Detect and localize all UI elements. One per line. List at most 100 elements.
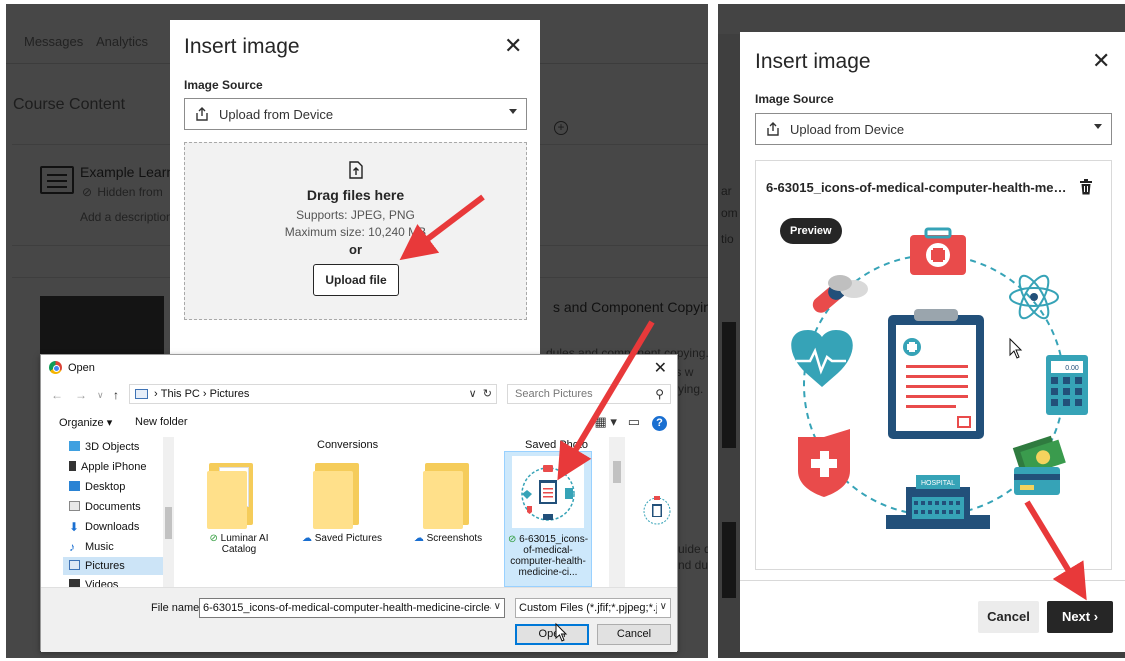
content-item-title[interactable]: Example Learn (80, 164, 174, 180)
nav-item-downloads[interactable]: ⬇ Downloads (69, 521, 139, 533)
left-panel: Messages Analytics Course Content + Exam… (6, 4, 708, 658)
nav-scroll-thumb[interactable] (165, 507, 172, 539)
back-arrow-icon[interactable]: ← (51, 388, 63, 402)
image-source-value: Upload from Device (219, 107, 334, 122)
new-folder-button[interactable]: New folder (135, 416, 188, 428)
file-name-label: File name: (151, 602, 203, 614)
file-name: Screenshots (426, 533, 483, 544)
nav-label: Videos (85, 579, 119, 587)
files-scrollbar[interactable] (609, 437, 625, 587)
image-source-label: Image Source (184, 78, 263, 92)
desktop-icon (69, 481, 80, 491)
address-controls: ∨ ↻ (469, 387, 492, 400)
dropzone-heading: Drag files here (306, 187, 405, 203)
nav-analytics[interactable]: Analytics (96, 34, 148, 49)
cancel-button[interactable]: Cancel (978, 601, 1039, 633)
add-content-icon[interactable]: + (554, 121, 568, 135)
group-header-conversions: Conversions (317, 439, 379, 451)
nav-label: Desktop (85, 481, 126, 493)
cancel-button[interactable]: Cancel (597, 624, 671, 645)
folder-front (313, 471, 353, 529)
files-scroll-thumb[interactable] (613, 461, 621, 483)
calculator-display: 0.00 (1065, 365, 1079, 372)
next-button[interactable]: Next › (1047, 601, 1113, 633)
upload-icon (767, 122, 779, 136)
pictures-icon (69, 560, 80, 570)
nav-item-pictures[interactable]: Pictures (69, 560, 125, 572)
view-options-icon[interactable]: ▦ ▾ (594, 414, 616, 429)
up-arrow-icon[interactable]: ↑ (113, 388, 119, 402)
file-type-select[interactable]: Custom Files (*.jfif;*.pjpeg;*.jpe ∨ (515, 598, 671, 618)
organize-menu[interactable]: Organize ▾ (59, 416, 112, 429)
preview-pane-thumbnail (639, 491, 675, 531)
help-icon[interactable]: ? (652, 416, 667, 431)
nav-label: Music (85, 541, 114, 553)
right-panel: ar om tio Insert image ✕ Image Source Up… (718, 4, 1125, 658)
pictures-folder-icon (135, 389, 148, 399)
uploaded-file-name: 6-63015_icons-of-medical-computer-health… (766, 180, 1068, 195)
file-name: Luminar AI Catalog (220, 533, 269, 555)
search-input[interactable]: Search Pictures ⚲ (507, 384, 671, 404)
open-button[interactable]: Open (515, 624, 589, 645)
course-content-title: Course Content (13, 96, 126, 113)
video-icon (69, 579, 80, 587)
group-header-saved-photo: Saved Photo (525, 439, 588, 451)
bg-thumbnail (722, 322, 736, 448)
insert-image-dialog-preview: Insert image ✕ Image Source Upload from … (740, 32, 1125, 652)
close-icon[interactable]: ✕ (1092, 48, 1110, 74)
insert-image-dialog-upload: Insert image ✕ Image Source Upload from … (170, 20, 540, 358)
file-upload-icon (349, 161, 363, 179)
forward-arrow-icon[interactable]: → (75, 388, 87, 402)
close-icon[interactable]: ✕ (654, 358, 667, 378)
open-dialog-titlebar[interactable]: Open ✕ (41, 355, 677, 382)
nav-item-music[interactable]: ♪ Music (69, 541, 114, 553)
file-label-luminar[interactable]: ⊘ Luminar AI Catalog (194, 533, 284, 555)
close-icon[interactable]: ✕ (504, 35, 522, 57)
file-dropzone[interactable]: Drag files here Supports: JPEG, PNG Maxi… (184, 142, 527, 320)
image-source-select[interactable]: Upload from Device (184, 98, 527, 130)
music-icon: ♪ (69, 540, 75, 554)
refresh-icon[interactable]: ↻ (483, 388, 492, 400)
cloud-icon: ☁ (413, 533, 424, 544)
nav-item-desktop[interactable]: Desktop (69, 481, 125, 493)
nav-messages[interactable]: Messages (24, 34, 83, 49)
image-source-select[interactable]: Upload from Device (755, 113, 1112, 145)
content-item-status: ⊘ Hidden from (82, 185, 163, 199)
image-source-label: Image Source (755, 92, 834, 106)
sync-check-icon: ⊘ (209, 533, 218, 544)
folder-icon[interactable] (313, 461, 373, 529)
open-dialog-title: Open (68, 362, 95, 374)
file-label-saved-pictures[interactable]: ☁ Saved Pictures (297, 533, 387, 544)
address-bar[interactable]: › This PC › Pictures ∨ ↻ (129, 384, 497, 404)
nav-item-videos[interactable]: Videos (69, 579, 118, 587)
documents-icon (69, 501, 80, 511)
screenshot-stage: Messages Analytics Course Content + Exam… (0, 0, 1125, 661)
breadcrumb-pictures[interactable]: Pictures (210, 388, 250, 400)
phone-icon (69, 461, 76, 471)
nav-item-apple-iphone[interactable]: Apple iPhone (69, 461, 146, 473)
upload-file-button[interactable]: Upload file (313, 264, 399, 296)
address-dropdown-icon[interactable]: ∨ (469, 388, 477, 400)
address-row: ← → ∨ ↑ › This PC › Pictures ∨ ↻ Search … (41, 383, 677, 408)
chevron-down-icon[interactable]: ∨ (494, 601, 501, 612)
preview-pane-icon[interactable]: ▭ (628, 414, 640, 429)
recent-chevron-icon[interactable]: ∨ (97, 390, 104, 401)
nav-scrollbar[interactable] (163, 437, 174, 587)
nav-item-3d-objects[interactable]: 3D Objects (69, 441, 139, 453)
file-label-screenshots[interactable]: ☁ Screenshots (403, 533, 493, 544)
selected-file-tile[interactable]: ⊘ 6-63015_icons-of-medical-computer-heal… (504, 451, 592, 587)
folder-icon[interactable] (423, 461, 483, 529)
file-name: 6-63015_icons-of-medical-computer-health… (510, 534, 589, 578)
nav-label: 3D Objects (85, 441, 140, 453)
image-preview: 0.00 HOSPITAL Preview (766, 205, 1102, 561)
breadcrumb-this-pc[interactable]: This PC (161, 388, 200, 400)
folder-icon[interactable] (207, 461, 267, 529)
content-item-description[interactable]: Add a description (80, 210, 173, 224)
bg-side-text-2: om (721, 206, 738, 220)
nav-item-documents[interactable]: Documents (69, 501, 141, 513)
supported-formats: Supports: JPEG, PNG (296, 208, 415, 222)
file-name-input[interactable]: 6-63015_icons-of-medical-computer-health… (199, 598, 505, 618)
trash-icon[interactable] (1079, 179, 1093, 195)
dialog-title: Insert image (184, 35, 300, 58)
max-size: Maximum size: 10,240 MB (284, 225, 427, 239)
